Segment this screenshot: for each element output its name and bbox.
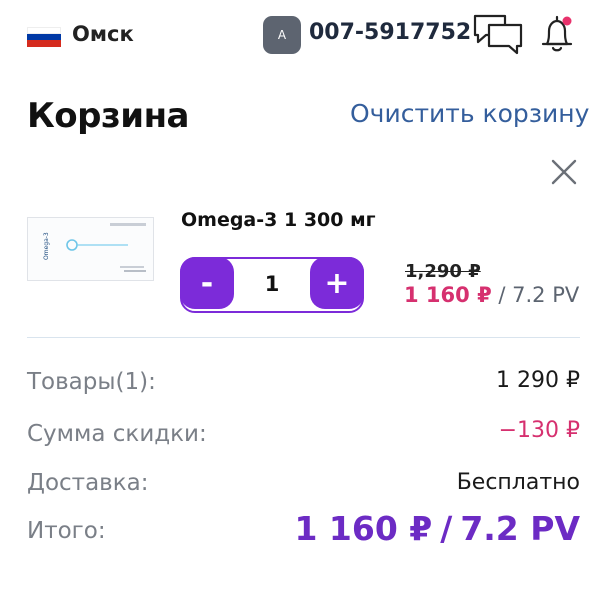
page-title: Корзина — [27, 96, 190, 136]
user-id[interactable]: 007-5917752 — [309, 20, 471, 45]
increase-quantity-button[interactable]: + — [310, 257, 364, 309]
product-package-icon: Omega-3 — [28, 218, 153, 280]
divider — [27, 337, 580, 338]
total-pv: 7.2 PV — [460, 509, 580, 548]
city-selector[interactable]: Омск — [72, 22, 134, 46]
total-separator: / — [440, 509, 453, 548]
delivery-value: Бесплатно — [456, 470, 580, 495]
chat-icon[interactable] — [472, 13, 524, 55]
discount-value: −130 ₽ — [498, 418, 580, 443]
notification-dot — [562, 16, 572, 26]
new-price: 1 160 ₽ — [404, 283, 492, 307]
quantity-stepper: - 1 + — [180, 257, 364, 313]
total-price: 1 160 ₽ — [294, 509, 433, 548]
russia-flag-icon — [27, 27, 61, 47]
product-image[interactable]: Omega-3 — [27, 217, 154, 281]
bell-icon[interactable] — [540, 14, 576, 54]
close-icon[interactable] — [549, 157, 579, 187]
avatar[interactable]: А — [263, 16, 301, 54]
discount-label: Сумма скидки: — [27, 421, 207, 447]
total-label: Итого: — [27, 518, 106, 544]
goods-label: Товары(1): — [27, 369, 156, 395]
goods-value: 1 290 ₽ — [496, 368, 580, 393]
total-amount: 1 160 ₽/7.2 PV — [294, 509, 580, 548]
item-pv: / 7.2 PV — [498, 283, 580, 307]
price-line: 1 160 ₽ / 7.2 PV — [404, 283, 579, 307]
decrease-quantity-button[interactable]: - — [180, 257, 234, 309]
product-name[interactable]: Omega-3 1 300 мг — [181, 209, 376, 231]
clear-cart-link[interactable]: Очистить корзину — [350, 99, 589, 128]
delivery-label: Доставка: — [27, 470, 149, 496]
quantity-input[interactable]: 1 — [236, 259, 308, 309]
svg-text:Omega-3: Omega-3 — [43, 232, 50, 260]
old-price: 1,290 ₽ — [405, 261, 481, 282]
